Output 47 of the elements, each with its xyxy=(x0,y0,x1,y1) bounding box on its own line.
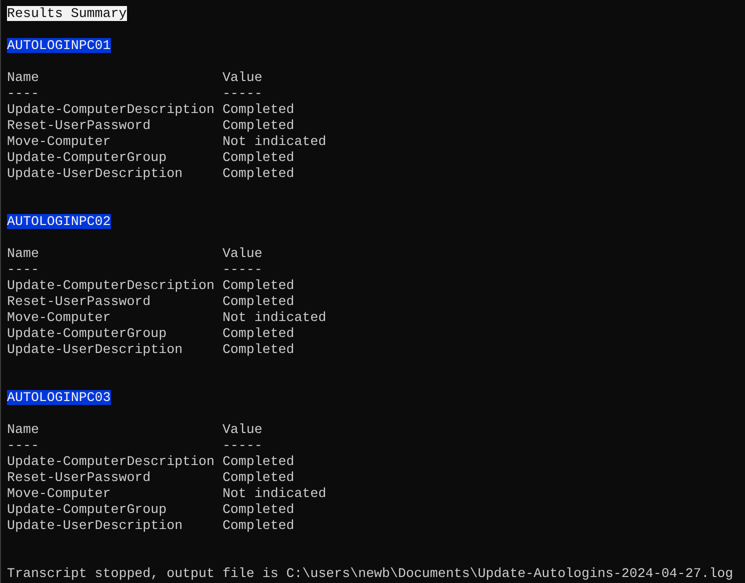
task-name: Update-UserDescription xyxy=(7,166,184,182)
column-header: Name xyxy=(7,70,40,86)
task-status: Completed xyxy=(222,326,294,342)
column-header: Value xyxy=(222,422,262,438)
task-name: Update-ComputerDescription xyxy=(7,454,216,470)
task-name: Update-ComputerDescription xyxy=(7,278,216,294)
task-status: Completed xyxy=(222,118,294,134)
task-status: Completed xyxy=(222,502,294,518)
transcript-message: Transcript stopped, output file is C:\users\newb\Documents\Update-Autologins-2024-04-27.log xyxy=(7,566,734,581)
task-name: Update-UserDescription xyxy=(7,342,184,358)
task-name: Update-ComputerGroup xyxy=(7,326,168,342)
task-name: Move-Computer xyxy=(7,134,112,150)
column-header: Name xyxy=(7,422,40,438)
header-underline: ----- xyxy=(222,86,262,102)
task-status: Not indicated xyxy=(222,486,326,502)
computer-name: AUTOLOGINPC01 xyxy=(7,38,111,53)
task-status: Not indicated xyxy=(222,134,326,150)
task-status: Completed xyxy=(222,294,294,310)
header-underline: ----- xyxy=(222,438,262,454)
task-status: Completed xyxy=(222,278,294,294)
task-name: Move-Computer xyxy=(7,486,112,502)
header-underline: ---- xyxy=(7,438,40,454)
header-underline: ---- xyxy=(7,86,40,102)
task-status: Completed xyxy=(222,102,294,118)
task-name: Update-ComputerDescription xyxy=(7,102,216,118)
task-status: Completed xyxy=(222,518,294,534)
task-status: Completed xyxy=(222,342,294,358)
task-name: Reset-UserPassword xyxy=(7,294,152,310)
computer-name: AUTOLOGINPC02 xyxy=(7,214,111,229)
task-name: Reset-UserPassword xyxy=(7,118,152,134)
task-name: Move-Computer xyxy=(7,310,112,326)
task-name: Reset-UserPassword xyxy=(7,470,152,486)
header-underline: ---- xyxy=(7,262,40,278)
task-status: Completed xyxy=(222,470,294,486)
task-name: Update-ComputerGroup xyxy=(7,502,168,518)
header-underline: ----- xyxy=(222,262,262,278)
computer-name: AUTOLOGINPC03 xyxy=(7,390,111,405)
task-name: Update-ComputerGroup xyxy=(7,150,168,166)
task-status: Completed xyxy=(222,150,294,166)
task-status: Not indicated xyxy=(222,310,326,326)
column-header: Name xyxy=(7,246,40,262)
column-header: Value xyxy=(222,70,262,86)
summary-title: Results Summary xyxy=(7,6,127,21)
task-name: Update-UserDescription xyxy=(7,518,184,534)
task-status: Completed xyxy=(222,166,294,182)
task-status: Completed xyxy=(222,454,294,470)
column-header: Value xyxy=(222,246,262,262)
